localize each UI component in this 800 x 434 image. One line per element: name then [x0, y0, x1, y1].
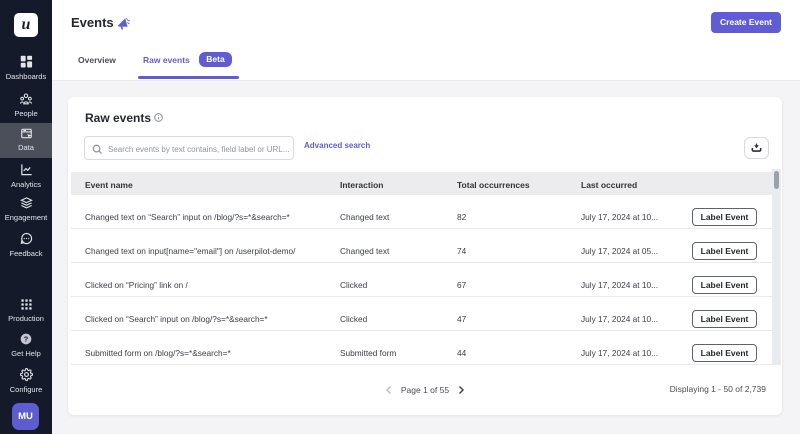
svg-text:?: ?	[24, 335, 29, 344]
